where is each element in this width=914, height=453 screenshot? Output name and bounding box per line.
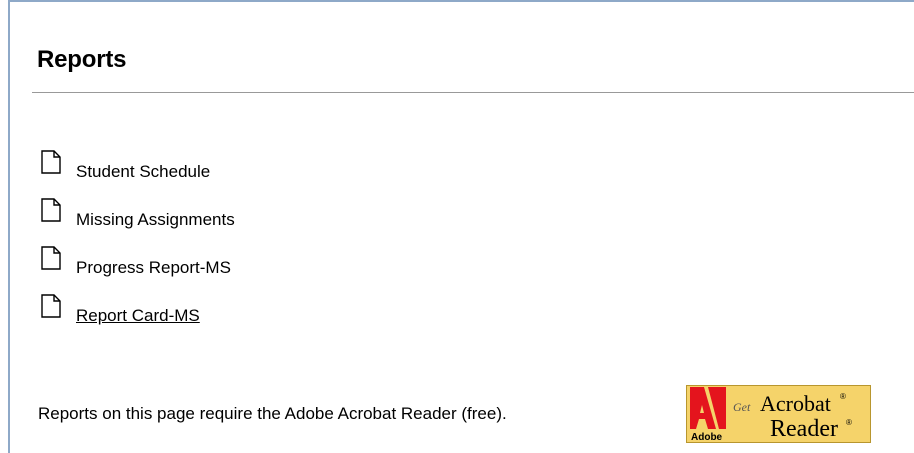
- adobe-wordmark: Adobe: [691, 432, 723, 443]
- svg-text:®: ®: [846, 418, 852, 427]
- report-label[interactable]: Missing Assignments: [76, 210, 235, 230]
- document-icon: [41, 246, 61, 270]
- document-icon: [41, 294, 61, 318]
- report-card-link[interactable]: Report Card-MS: [76, 306, 200, 326]
- report-item-missing-assignments[interactable]: Missing Assignments: [40, 198, 235, 246]
- report-label[interactable]: Progress Report-MS: [76, 258, 231, 278]
- report-item-progress-report[interactable]: Progress Report-MS: [40, 246, 235, 294]
- document-icon: [41, 150, 61, 174]
- title-divider: [32, 92, 914, 93]
- acrobat-requirement-note: Reports on this page require the Adobe A…: [38, 404, 507, 423]
- report-item-student-schedule[interactable]: Student Schedule: [40, 150, 235, 198]
- reports-list: Student Schedule Missing Assignments Pro…: [40, 150, 235, 342]
- document-icon: [41, 198, 61, 222]
- badge-acrobat: Acrobat: [760, 391, 831, 416]
- report-item-report-card[interactable]: Report Card-MS: [40, 294, 235, 342]
- get-acrobat-reader-badge[interactable]: Adobe Get Acrobat Reader ® ®: [686, 385, 871, 443]
- reports-panel: Reports Student Schedule Missing Assignm…: [8, 0, 914, 453]
- badge-reader: Reader: [770, 416, 838, 442]
- page-title: Reports: [37, 46, 127, 73]
- badge-get: Get: [733, 400, 751, 414]
- report-label[interactable]: Student Schedule: [76, 162, 210, 182]
- svg-text:®: ®: [840, 392, 846, 401]
